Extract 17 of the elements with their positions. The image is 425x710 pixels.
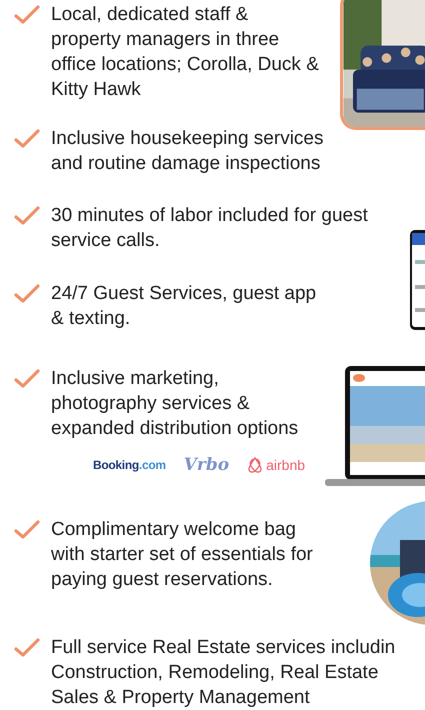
feature-text: 30 minutes of labor included for guest service calls. — [51, 204, 368, 253]
feature-text: Complimentary welcome bag with starter set of essentials for paying guest reservations. — [51, 518, 313, 592]
feature-text: Inclusive marketing, photography services & expanded distribution options — [51, 367, 298, 441]
check-icon — [14, 369, 40, 389]
feature-text: Local, dedicated staff & property managers in three office locations; Corolla, Duck & Kitty Hawk — [51, 3, 319, 102]
feature-text: Full service Real Estate services includin Construction, Remodeling, Real Estate Sales & Property Management — [51, 636, 396, 710]
check-icon — [14, 206, 40, 226]
airbnb-logo: airbnb — [247, 456, 306, 474]
check-icon — [14, 284, 40, 304]
feature-text: Inclusive housekeeping services and routine damage inspections — [51, 127, 324, 176]
check-icon — [14, 5, 40, 25]
booking-logo: Booking.com — [93, 458, 166, 472]
feature-text: 24/7 Guest Services, guest app & texting. — [51, 282, 316, 331]
check-icon — [14, 638, 40, 658]
vrbo-logo: Vrbo — [184, 455, 230, 475]
check-icon — [14, 129, 40, 149]
check-icon — [14, 520, 40, 540]
